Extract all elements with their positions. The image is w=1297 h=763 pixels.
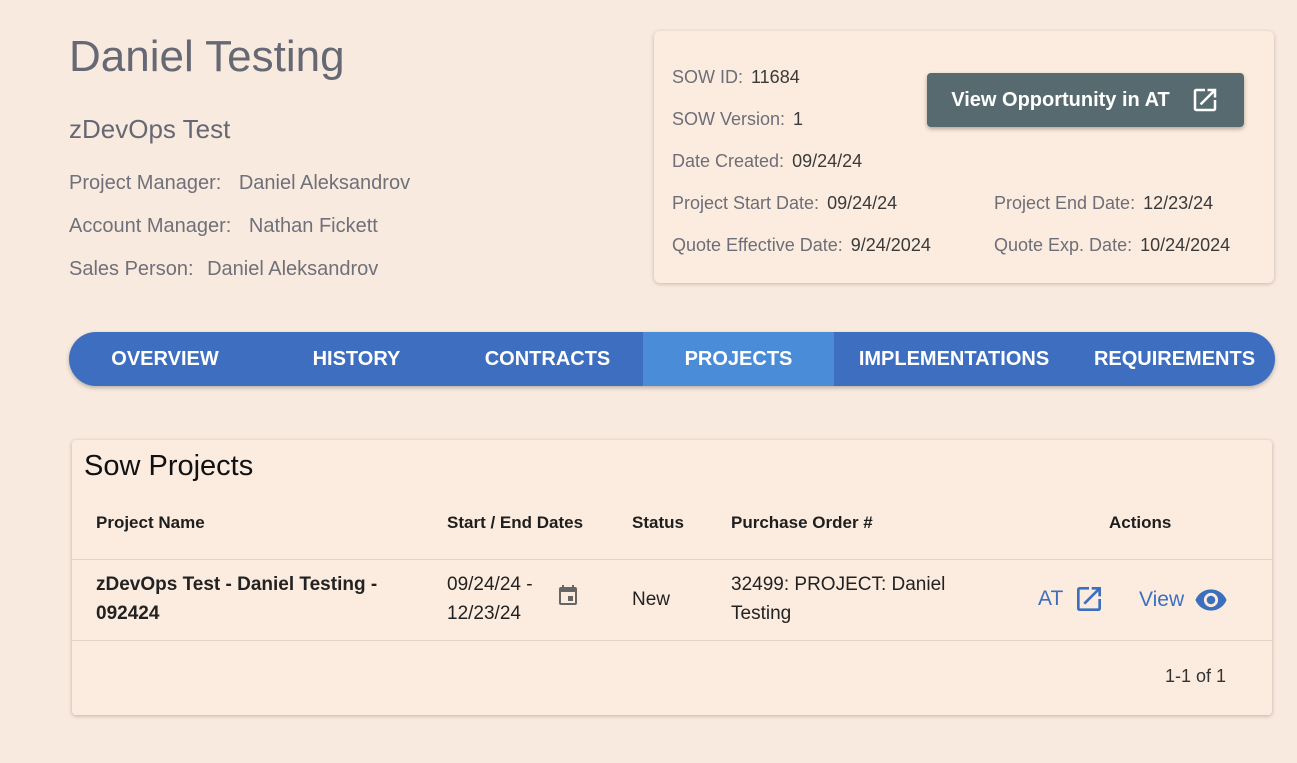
view-project-link[interactable]: View bbox=[1139, 583, 1228, 617]
view-link-label: View bbox=[1139, 588, 1185, 611]
sow-version-label: SOW Version: bbox=[672, 109, 786, 129]
calendar-icon[interactable] bbox=[556, 584, 580, 608]
table-title: Sow Projects bbox=[84, 450, 254, 482]
date-created-value: 09/24/24 bbox=[792, 151, 863, 171]
page-title: Daniel Testing bbox=[69, 32, 345, 81]
account-manager-row: Account Manager: Nathan Fickett bbox=[69, 212, 629, 241]
po-line1: 32499: PROJECT: Daniel bbox=[731, 574, 946, 595]
po-cell: 32499: PROJECT: Daniel Testing bbox=[731, 570, 945, 628]
sow-id-value: 11684 bbox=[751, 67, 800, 87]
project-manager-row: Project Manager: Daniel Aleksandrov bbox=[69, 169, 629, 198]
sales-person-row: Sales Person: Daniel Aleksandrov bbox=[69, 255, 629, 284]
tab-overview[interactable]: OVERVIEW bbox=[69, 332, 261, 386]
tab-requirements[interactable]: REQUIREMENTS bbox=[1074, 332, 1275, 386]
project-start-value: 09/24/24 bbox=[827, 193, 898, 213]
tab-contracts[interactable]: CONTRACTS bbox=[452, 332, 643, 386]
project-name-line1: zDevOps Test - Daniel Testing - bbox=[96, 574, 378, 595]
at-link-label: AT bbox=[1038, 587, 1064, 610]
sales-person-value: Daniel Aleksandrov bbox=[207, 258, 379, 280]
project-name-line2: 092424 bbox=[96, 603, 160, 624]
open-in-at-link[interactable]: AT bbox=[1038, 583, 1105, 615]
sow-projects-card: Sow Projects Project Name Start / End Da… bbox=[72, 440, 1272, 715]
start-date: 09/24/24 - bbox=[447, 574, 533, 595]
sow-info-card: SOW ID: 11684 SOW Version: 1 Date Created:… bbox=[654, 31, 1274, 283]
sow-id-label: SOW ID: bbox=[672, 67, 743, 87]
account-manager-label: Account Manager: bbox=[69, 215, 232, 237]
pagination-info: 1-1 of 1 bbox=[1164, 666, 1226, 686]
project-start-date: Project Start Date: 09/24/24 bbox=[672, 193, 897, 214]
date-created: Date Created: 09/24/24 bbox=[672, 151, 862, 172]
open-in-new-icon bbox=[1077, 587, 1102, 611]
quote-effective-date: Quote Effective Date: 9/24/2024 bbox=[672, 235, 931, 256]
column-header-dates[interactable]: Start / End Dates bbox=[447, 513, 583, 533]
quote-effective-label: Quote Effective Date: bbox=[672, 235, 843, 255]
tab-history[interactable]: HISTORY bbox=[261, 332, 452, 386]
tab-implementations[interactable]: IMPLEMENTATIONS bbox=[834, 332, 1074, 386]
page-subtitle: zDevOps Test bbox=[69, 114, 231, 144]
project-header: Daniel Testing zDevOps Test Project Mana… bbox=[69, 30, 629, 284]
eye-icon bbox=[1195, 589, 1227, 611]
project-manager-label: Project Manager: bbox=[69, 172, 222, 194]
date-created-label: Date Created: bbox=[672, 151, 785, 171]
column-header-project-name[interactable]: Project Name bbox=[96, 513, 205, 533]
header-divider bbox=[72, 559, 1272, 560]
view-opportunity-button[interactable]: View Opportunity in AT bbox=[927, 73, 1244, 127]
quote-exp-label: Quote Exp. Date: bbox=[994, 235, 1133, 255]
sales-person-label: Sales Person: bbox=[69, 258, 194, 280]
quote-exp-date: Quote Exp. Date: 10/24/2024 bbox=[994, 235, 1230, 256]
account-manager-value: Nathan Fickett bbox=[248, 215, 378, 237]
project-end-date: Project End Date: 12/23/24 bbox=[994, 193, 1213, 214]
column-header-po[interactable]: Purchase Order # bbox=[731, 513, 873, 533]
project-start-label: Project Start Date: bbox=[672, 193, 820, 213]
sow-version-value: 1 bbox=[793, 109, 804, 129]
po-line2: Testing bbox=[731, 603, 792, 624]
open-in-new-icon bbox=[1193, 88, 1216, 112]
project-manager-value: Daniel Aleksandrov bbox=[238, 172, 411, 194]
project-end-label: Project End Date: bbox=[994, 193, 1136, 213]
column-header-status[interactable]: Status bbox=[632, 513, 684, 533]
view-opportunity-label: View Opportunity in AT bbox=[951, 88, 1170, 111]
quote-effective-value: 9/24/2024 bbox=[850, 235, 931, 255]
project-name-cell: zDevOps Test - Daniel Testing - 092424 bbox=[96, 570, 426, 628]
tab-projects[interactable]: PROJECTS bbox=[643, 332, 834, 386]
project-end-value: 12/23/24 bbox=[1143, 193, 1214, 213]
sow-version: SOW Version: 1 bbox=[672, 109, 803, 130]
end-date: 12/23/24 bbox=[447, 603, 521, 624]
column-header-actions: Actions bbox=[1109, 513, 1172, 532]
sow-id: SOW ID: 11684 bbox=[672, 67, 800, 88]
quote-exp-value: 10/24/2024 bbox=[1140, 235, 1231, 255]
status-cell: New bbox=[632, 589, 671, 610]
row-divider bbox=[72, 640, 1272, 641]
dates-cell: 09/24/24 - 12/23/24 bbox=[447, 570, 533, 628]
tab-bar: OVERVIEW HISTORY CONTRACTS PROJECTS IMPL… bbox=[69, 332, 1275, 386]
